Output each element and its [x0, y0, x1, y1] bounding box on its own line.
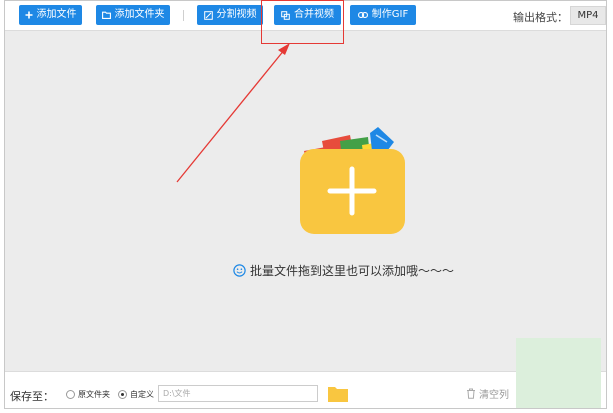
merge-video-label: 合并视频 [294, 9, 334, 20]
plus-icon [25, 11, 32, 19]
clear-list-label: 清空列 [479, 390, 509, 401]
radio-custom-folder-label: 自定义 [130, 390, 154, 399]
radio-original-folder-label: 原文件夹 [78, 390, 110, 399]
split-video-button[interactable]: 分割视频 [197, 5, 263, 25]
output-format-label: 输出格式： [513, 11, 568, 24]
drop-hint: 批量文件拖到这里也可以添加哦～～～ [233, 262, 454, 279]
make-gif-button[interactable]: 制作GIF [350, 5, 416, 25]
trash-icon [467, 388, 475, 399]
link-icon [357, 12, 368, 18]
add-folder-button[interactable]: 添加文件夹 [96, 5, 170, 25]
scissors-icon [203, 10, 213, 20]
folder-icon [101, 11, 111, 19]
output-format-select[interactable]: MP4 [570, 6, 606, 25]
save-path-input[interactable] [158, 385, 318, 402]
make-gif-label: 制作GIF [371, 9, 409, 20]
add-file-button[interactable]: 添加文件 [19, 5, 82, 25]
toolbar-divider [183, 10, 184, 21]
radio-original-folder[interactable] [66, 390, 75, 399]
smile-icon [233, 264, 246, 277]
split-video-label: 分割视频 [216, 9, 257, 20]
save-to-label: 保存至： [10, 390, 54, 403]
browse-folder-icon[interactable] [327, 384, 349, 402]
add-folder-label: 添加文件夹 [114, 9, 165, 20]
app-window: 添加文件 添加文件夹 分割视频 合并视频 制作GIF 输出格式： MP4 批量文… [4, 0, 607, 409]
toolbar: 添加文件 添加文件夹 分割视频 合并视频 制作GIF 输出格式： MP4 [5, 1, 606, 31]
add-file-label: 添加文件 [36, 9, 77, 20]
radio-custom-folder[interactable] [118, 390, 127, 399]
clear-list-button[interactable]: 清空列 [466, 386, 509, 401]
merge-video-button[interactable]: 合并视频 [274, 5, 341, 25]
merge-icon [281, 10, 290, 20]
drop-hint-text: 批量文件拖到这里也可以添加哦～～～ [250, 264, 455, 278]
add-folder-icon[interactable] [292, 121, 410, 236]
